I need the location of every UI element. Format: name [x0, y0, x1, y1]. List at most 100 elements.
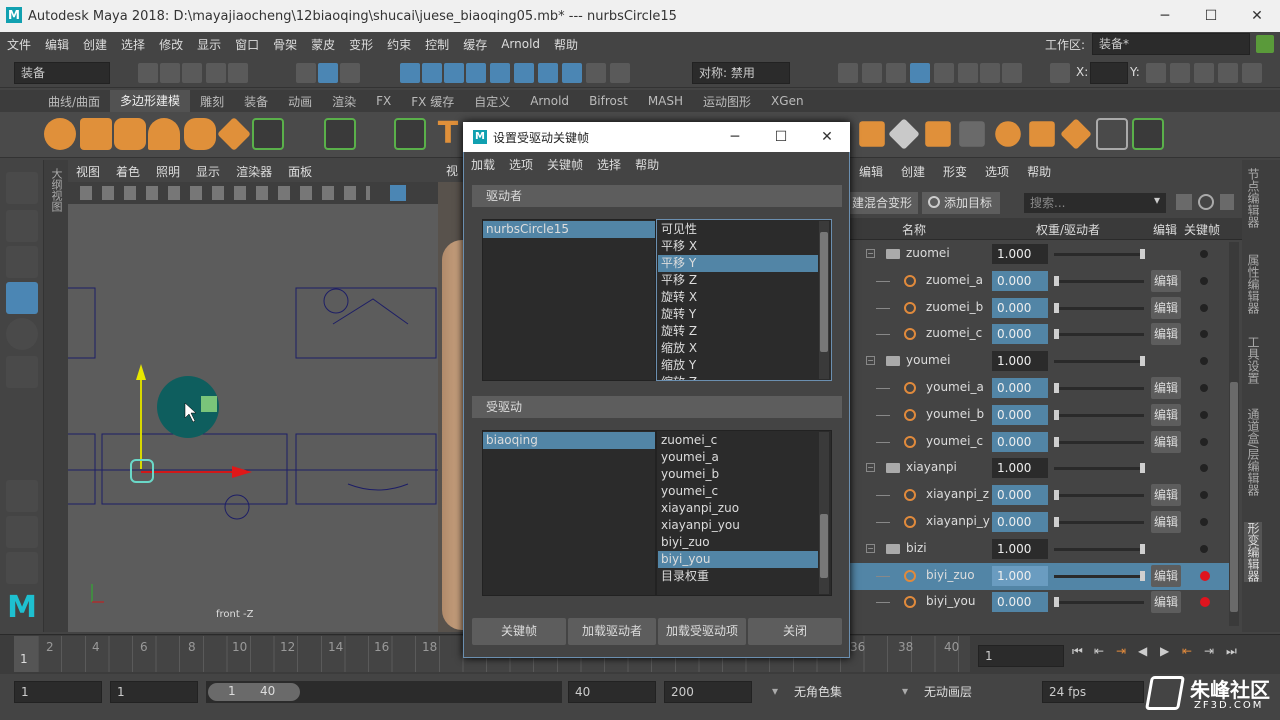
refresh-icon[interactable] — [1198, 194, 1214, 210]
search-dropdown-icon[interactable]: ▾ — [1154, 193, 1166, 213]
step-back-frame-icon[interactable]: ⇥ — [1116, 644, 1134, 662]
range-slider[interactable]: 1 40 — [206, 681, 562, 703]
modeling-toolkit-icon[interactable] — [1146, 63, 1166, 83]
quad-draw-icon[interactable] — [1132, 118, 1164, 150]
menu-edit[interactable]: 编辑 — [38, 36, 76, 53]
driver-object-list[interactable] — [482, 219, 656, 381]
select-object-icon[interactable] — [318, 63, 338, 83]
menu-create[interactable]: 创建 — [76, 36, 114, 53]
load-driver-button[interactable]: 加载驱动者 — [568, 618, 656, 645]
mirror-icon[interactable] — [1060, 118, 1092, 150]
render-settings-2-icon[interactable] — [910, 63, 930, 83]
weight-slider[interactable] — [1054, 333, 1144, 337]
driven-attr-item[interactable]: youmei_a — [658, 449, 818, 466]
tab-tool-settings[interactable]: 工具设置 — [1244, 336, 1262, 384]
weight-slider[interactable] — [1054, 440, 1144, 444]
weight-slider[interactable] — [1054, 574, 1144, 578]
driven-attr-item[interactable]: 目录权重 — [658, 568, 818, 585]
weight-field[interactable]: 0.000 — [992, 324, 1048, 345]
shelf-tab-fx[interactable]: FX — [366, 94, 401, 108]
shelf-tab-sculpt[interactable]: 雕刻 — [190, 93, 234, 110]
render-view-icon[interactable] — [838, 63, 858, 83]
smooth-icon[interactable] — [995, 121, 1021, 147]
weight-slider-knob[interactable] — [1054, 275, 1059, 286]
poly-disc-icon[interactable] — [252, 118, 284, 150]
driver-attr-item[interactable]: 平移 Z — [658, 272, 818, 289]
poly-plane-icon[interactable] — [217, 117, 251, 151]
menu-file[interactable]: 文件 — [0, 36, 38, 53]
boolean-icon[interactable] — [1029, 121, 1055, 147]
se-menu-help[interactable]: 帮助 — [1018, 163, 1060, 180]
dialog-minimize-button[interactable]: ─ — [712, 121, 758, 153]
vp-menu-shading[interactable]: 着色 — [108, 163, 148, 180]
weight-slider[interactable] — [1054, 413, 1144, 417]
scene-start-field[interactable]: 1 — [14, 681, 102, 703]
x-field[interactable] — [1090, 62, 1128, 84]
arnold-ipr-icon[interactable] — [980, 63, 1000, 83]
lasso-tool-icon[interactable] — [6, 210, 38, 242]
step-forward-key-icon[interactable]: ⇥ — [1204, 644, 1222, 662]
key-button[interactable]: 关键帧 — [472, 618, 566, 645]
anim-layer-dropdown[interactable]: 无动画层 — [918, 681, 1028, 703]
create-blendshape-button[interactable]: 建混合变形 — [850, 192, 918, 214]
weight-slider-knob[interactable] — [1140, 570, 1145, 581]
shelf-tab-poly[interactable]: 多边形建模 — [110, 90, 191, 112]
collapse-icon[interactable]: − — [866, 249, 875, 258]
go-to-start-icon[interactable]: ⏮ — [1072, 644, 1090, 662]
transform-mode-icon[interactable] — [1050, 63, 1070, 83]
menu-display[interactable]: 显示 — [190, 36, 228, 53]
driven-attr-item[interactable]: biyi_zuo — [658, 534, 818, 551]
driven-attr-item[interactable]: youmei_b — [658, 466, 818, 483]
weight-slider-knob[interactable] — [1054, 383, 1059, 393]
shelf-tab-curves[interactable]: 曲线/曲面 — [38, 93, 110, 110]
snap-curve-icon[interactable] — [422, 63, 442, 83]
target-weld-icon[interactable] — [1096, 118, 1128, 150]
driver-attr-item[interactable]: 平移 X — [658, 238, 818, 255]
poly-platonic-icon[interactable] — [324, 118, 356, 150]
driver-section-header[interactable]: 驱动者 — [472, 185, 842, 207]
vp-menu-lighting[interactable]: 照明 — [148, 163, 188, 180]
fps-dropdown[interactable]: 24 fps — [1042, 681, 1144, 703]
viewport-panel-icons[interactable] — [80, 186, 370, 200]
shaded-mode-icon[interactable] — [390, 185, 406, 201]
edit-target-button[interactable]: 编辑 — [1151, 591, 1181, 614]
weight-slider-knob[interactable] — [1054, 329, 1059, 340]
symmetry-dropdown[interactable]: 对称: 禁用 — [692, 62, 790, 84]
snap-point-icon[interactable] — [444, 63, 464, 83]
dialog-close-button[interactable]: ✕ — [804, 121, 850, 153]
menu-control[interactable]: 控制 — [418, 36, 456, 53]
weight-field[interactable]: 1.000 — [992, 458, 1048, 479]
combine-icon[interactable] — [959, 121, 985, 147]
menu-deform[interactable]: 变形 — [342, 36, 380, 53]
tab-channel-box[interactable]: 通道盒/层编辑器 — [1244, 408, 1262, 496]
poly-cone-icon[interactable] — [148, 118, 180, 150]
rotate-tool-icon[interactable] — [6, 318, 38, 350]
maximize-button[interactable]: ☐ — [1188, 0, 1234, 32]
weight-field[interactable]: 0.000 — [992, 297, 1048, 318]
dlg-menu-options[interactable]: 选项 — [502, 156, 540, 173]
weight-slider-knob[interactable] — [1140, 543, 1145, 554]
construction-history-icon[interactable] — [610, 63, 630, 83]
shelf-tab-animation[interactable]: 动画 — [278, 93, 322, 110]
shelf-tab-fx-cache[interactable]: FX 缓存 — [401, 93, 464, 110]
driver-attr-item[interactable]: 缩放 Y — [658, 357, 818, 374]
dlg-menu-select[interactable]: 选择 — [590, 156, 628, 173]
pause-icon[interactable] — [1002, 63, 1022, 83]
open-scene-icon[interactable] — [160, 63, 180, 83]
new-scene-icon[interactable] — [138, 63, 158, 83]
se-menu-options[interactable]: 选项 — [976, 163, 1018, 180]
scale-tool-icon[interactable] — [6, 356, 38, 388]
viewport-scene[interactable] — [68, 204, 438, 632]
step-forward-frame-icon[interactable]: ⇤ — [1182, 644, 1200, 662]
single-layout-icon[interactable] — [6, 480, 38, 512]
menu-help[interactable]: 帮助 — [547, 36, 585, 53]
key-indicator-icon[interactable] — [1200, 250, 1208, 258]
tab-shape-editor[interactable]: 形变编辑器 — [1244, 522, 1262, 582]
tab-attribute-editor[interactable]: 属性编辑器 — [1244, 254, 1262, 314]
driver-attr-scroll-thumb[interactable] — [820, 232, 828, 352]
menu-select[interactable]: 选择 — [114, 36, 152, 53]
edit-target-button[interactable]: 编辑 — [1151, 377, 1181, 399]
playback-start-field[interactable]: 1 — [110, 681, 198, 703]
driver-attr-item[interactable]: 旋转 Y — [658, 306, 818, 323]
render-frame-icon[interactable] — [862, 63, 882, 83]
